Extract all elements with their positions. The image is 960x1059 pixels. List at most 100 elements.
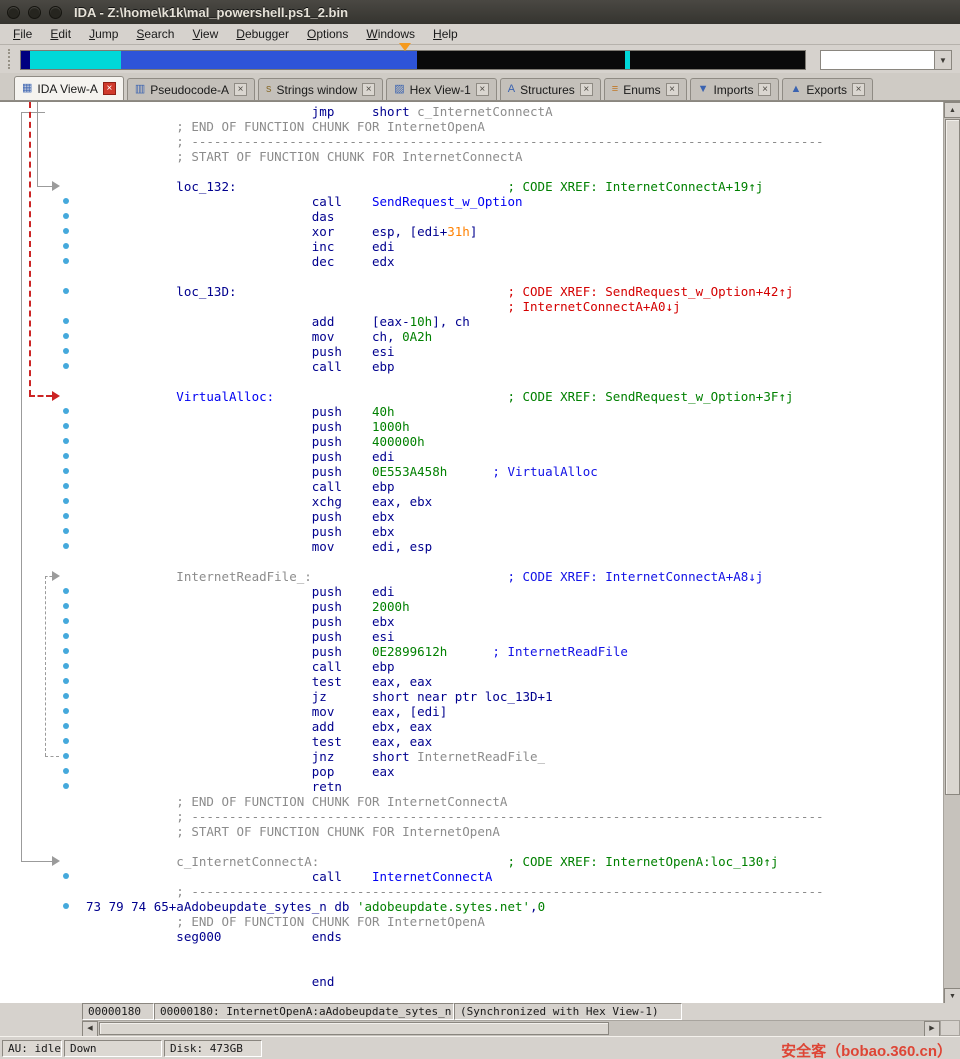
tab-pseudocode-a[interactable]: ▥Pseudocode-A× (127, 78, 255, 100)
window-button-icon[interactable] (49, 6, 62, 19)
listing-line[interactable]: push 0E2899612h ; InternetReadFile (86, 644, 943, 659)
address-combobox[interactable]: ▼ (820, 50, 952, 70)
listing-line[interactable]: seg000 ends (86, 929, 943, 944)
tab-imports[interactable]: ▼Imports× (690, 78, 780, 100)
listing-line[interactable]: xchg eax, ebx (86, 494, 943, 509)
listing-line[interactable]: mov ch, 0A2h (86, 329, 943, 344)
tab-close-icon[interactable]: × (476, 83, 489, 96)
tab-ida-view-a[interactable]: ▦IDA View-A× (14, 76, 124, 100)
listing-line[interactable] (86, 959, 943, 974)
tab-exports[interactable]: ▲Exports× (782, 78, 873, 100)
window-controls[interactable] (7, 6, 62, 19)
listing-line[interactable]: mov edi, esp (86, 539, 943, 554)
listing-line[interactable]: jnz short InternetReadFile_ (86, 749, 943, 764)
combobox-value[interactable] (821, 51, 934, 69)
listing-line[interactable]: call SendRequest_w_Option (86, 194, 943, 209)
disassembly-listing[interactable]: jmp short c_InternetConnectA ; END OF FU… (82, 102, 943, 1004)
menu-view[interactable]: View (183, 25, 227, 43)
listing-line[interactable]: VirtualAlloc: ; CODE XREF: SendRequest_w… (86, 389, 943, 404)
vertical-scroll-thumb[interactable] (945, 119, 960, 795)
tab-close-icon[interactable]: × (234, 83, 247, 96)
listing-line[interactable]: das (86, 209, 943, 224)
menu-options[interactable]: Options (298, 25, 357, 43)
listing-line[interactable]: push ebx (86, 614, 943, 629)
tab-close-icon[interactable]: × (580, 83, 593, 96)
listing-line[interactable]: push 1000h (86, 419, 943, 434)
vertical-scrollbar[interactable]: ▲ ▼ (943, 102, 960, 1004)
listing-line[interactable]: push 2000h (86, 599, 943, 614)
combobox-dropdown-button[interactable]: ▼ (934, 51, 951, 69)
listing-line[interactable]: push 0E553A458h ; VirtualAlloc (86, 464, 943, 479)
listing-line[interactable]: jz short near ptr loc_13D+1 (86, 689, 943, 704)
horizontal-scrollbar[interactable]: ◀ ▶ (82, 1020, 940, 1036)
listing-line[interactable]: push 40h (86, 404, 943, 419)
tab-hex-view-1[interactable]: ▨Hex View-1× (386, 78, 497, 100)
horizontal-scroll-thumb[interactable] (99, 1022, 609, 1035)
listing-line[interactable]: push edi (86, 584, 943, 599)
listing-line[interactable]: ; END OF FUNCTION CHUNK FOR InternetConn… (86, 794, 943, 809)
listing-line[interactable]: add [eax-10h], ch (86, 314, 943, 329)
listing-line[interactable]: InternetReadFile_: ; CODE XREF: Internet… (86, 569, 943, 584)
scroll-down-icon[interactable]: ▼ (944, 988, 960, 1004)
listing-line[interactable]: ; --------------------------------------… (86, 809, 943, 824)
tab-close-icon[interactable]: × (758, 83, 771, 96)
tab-strings-window[interactable]: sStrings window× (258, 78, 383, 100)
listing-line[interactable]: ; --------------------------------------… (86, 134, 943, 149)
listing-line[interactable]: dec edx (86, 254, 943, 269)
listing-line[interactable]: ; InternetConnectA+A0↓j (86, 299, 943, 314)
listing-line[interactable]: call ebp (86, 359, 943, 374)
listing-line[interactable]: call ebp (86, 479, 943, 494)
listing-line[interactable] (86, 554, 943, 569)
listing-line[interactable]: xor esp, [edi+31h] (86, 224, 943, 239)
listing-line[interactable]: retn (86, 779, 943, 794)
toolbar-grip[interactable] (8, 49, 12, 69)
listing-line[interactable]: ; START OF FUNCTION CHUNK FOR InternetOp… (86, 824, 943, 839)
listing-line[interactable]: end (86, 974, 943, 989)
tab-close-icon[interactable]: × (852, 83, 865, 96)
listing-line[interactable]: c_InternetConnectA: ; CODE XREF: Interne… (86, 854, 943, 869)
window-button-icon[interactable] (28, 6, 41, 19)
menu-debugger[interactable]: Debugger (227, 25, 298, 43)
scroll-left-icon[interactable]: ◀ (82, 1021, 98, 1037)
menu-search[interactable]: Search (127, 25, 183, 43)
listing-line[interactable]: push esi (86, 629, 943, 644)
navigation-band[interactable] (20, 50, 806, 70)
listing-line[interactable]: call InternetConnectA (86, 869, 943, 884)
listing-line[interactable] (86, 374, 943, 389)
listing-line[interactable]: inc edi (86, 239, 943, 254)
tab-enums[interactable]: ≡Enums× (604, 78, 687, 100)
listing-line[interactable] (86, 269, 943, 284)
menu-windows[interactable]: Windows (357, 25, 424, 43)
menu-help[interactable]: Help (424, 25, 467, 43)
window-button-icon[interactable] (7, 6, 20, 19)
listing-line[interactable]: test eax, eax (86, 674, 943, 689)
listing-line[interactable]: ; END OF FUNCTION CHUNK FOR InternetOpen… (86, 914, 943, 929)
listing-line[interactable]: push esi (86, 344, 943, 359)
listing-line[interactable] (86, 164, 943, 179)
menu-jump[interactable]: Jump (80, 25, 127, 43)
listing-line[interactable] (86, 944, 943, 959)
listing-line[interactable]: push ebx (86, 509, 943, 524)
listing-line[interactable]: push 400000h (86, 434, 943, 449)
listing-line[interactable]: 73 79 74 65+aAdobeupdate_sytes_n db 'ado… (86, 899, 943, 914)
tab-structures[interactable]: AStructures× (500, 78, 601, 100)
tab-close-icon[interactable]: × (103, 82, 116, 95)
scroll-up-icon[interactable]: ▲ (944, 102, 960, 118)
listing-line[interactable]: mov eax, [edi] (86, 704, 943, 719)
listing-line[interactable]: ; START OF FUNCTION CHUNK FOR InternetCo… (86, 149, 943, 164)
tab-close-icon[interactable]: × (362, 83, 375, 96)
listing-line[interactable]: push ebx (86, 524, 943, 539)
scroll-right-icon[interactable]: ▶ (924, 1021, 940, 1037)
listing-line[interactable]: call ebp (86, 659, 943, 674)
listing-line[interactable]: pop eax (86, 764, 943, 779)
listing-line[interactable]: push edi (86, 449, 943, 464)
listing-line[interactable]: jmp short c_InternetConnectA (86, 104, 943, 119)
listing-line[interactable]: ; --------------------------------------… (86, 884, 943, 899)
listing-line[interactable]: ; END OF FUNCTION CHUNK FOR InternetOpen… (86, 119, 943, 134)
menu-edit[interactable]: Edit (41, 25, 80, 43)
listing-line[interactable]: add ebx, eax (86, 719, 943, 734)
listing-line[interactable]: loc_132: ; CODE XREF: InternetConnectA+1… (86, 179, 943, 194)
menu-file[interactable]: File (4, 25, 41, 43)
tab-close-icon[interactable]: × (666, 83, 679, 96)
listing-line[interactable] (86, 839, 943, 854)
